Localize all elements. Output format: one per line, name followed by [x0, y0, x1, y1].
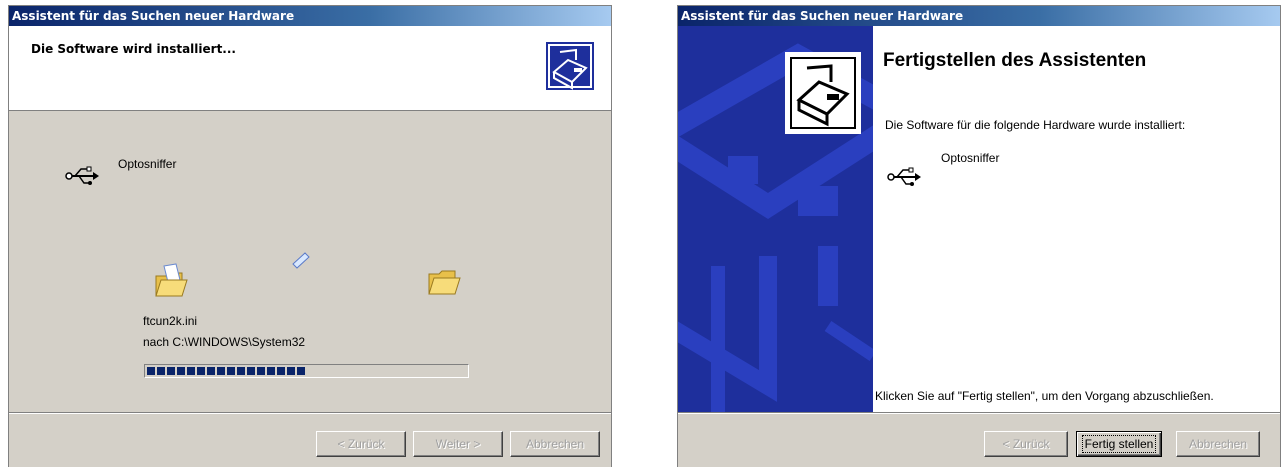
divider [678, 412, 1280, 414]
cancel-button[interactable]: Abbrechen [510, 431, 600, 457]
wizard-window-installing: Assistent für das Suchen neuer Hardware … [8, 5, 612, 467]
back-button[interactable]: < Zurück [984, 431, 1068, 457]
intro-text: Die Software für die folgende Hardware w… [885, 118, 1186, 132]
finish-button[interactable]: Fertig stellen [1076, 431, 1162, 457]
window-title: Assistent für das Suchen neuer Hardware [9, 6, 611, 26]
divider [9, 412, 611, 414]
wizard-sidebar-graphic [678, 26, 873, 412]
folder-icon [155, 263, 188, 297]
hardware-wizard-icon [546, 42, 594, 90]
page-title: Fertigstellen des Assistenten [883, 50, 1147, 71]
wizard-header: Die Software wird installiert... [9, 26, 611, 111]
device-name: Optosniffer [941, 151, 1000, 165]
finish-hint: Klicken Sie auf "Fertig stellen", um den… [875, 389, 1214, 403]
device-name: Optosniffer [118, 157, 177, 171]
folder-icon [428, 270, 461, 295]
usb-icon [887, 167, 921, 186]
next-button[interactable]: Weiter > [413, 431, 503, 457]
hardware-wizard-icon [785, 52, 861, 134]
back-button[interactable]: < Zurück [316, 431, 406, 457]
wizard-content: Fertigstellen des Assistenten Die Softwa… [873, 26, 1280, 412]
flying-paper-icon [292, 252, 310, 269]
install-progress-bar [144, 364, 469, 378]
finish-button-label: Fertig stellen [1081, 435, 1157, 453]
window-title: Assistent für das Suchen neuer Hardware [678, 6, 1280, 26]
file-name: ftcun2k.ini [143, 314, 198, 328]
destination-path: nach C:\WINDOWS\System32 [143, 335, 306, 349]
progress-fill [147, 367, 307, 375]
header-title: Die Software wird installiert... [31, 42, 236, 56]
cancel-button[interactable]: Abbrechen [1176, 431, 1260, 457]
usb-icon [65, 166, 99, 185]
wizard-window-finish: Assistent für das Suchen neuer Hardware … [677, 5, 1281, 467]
